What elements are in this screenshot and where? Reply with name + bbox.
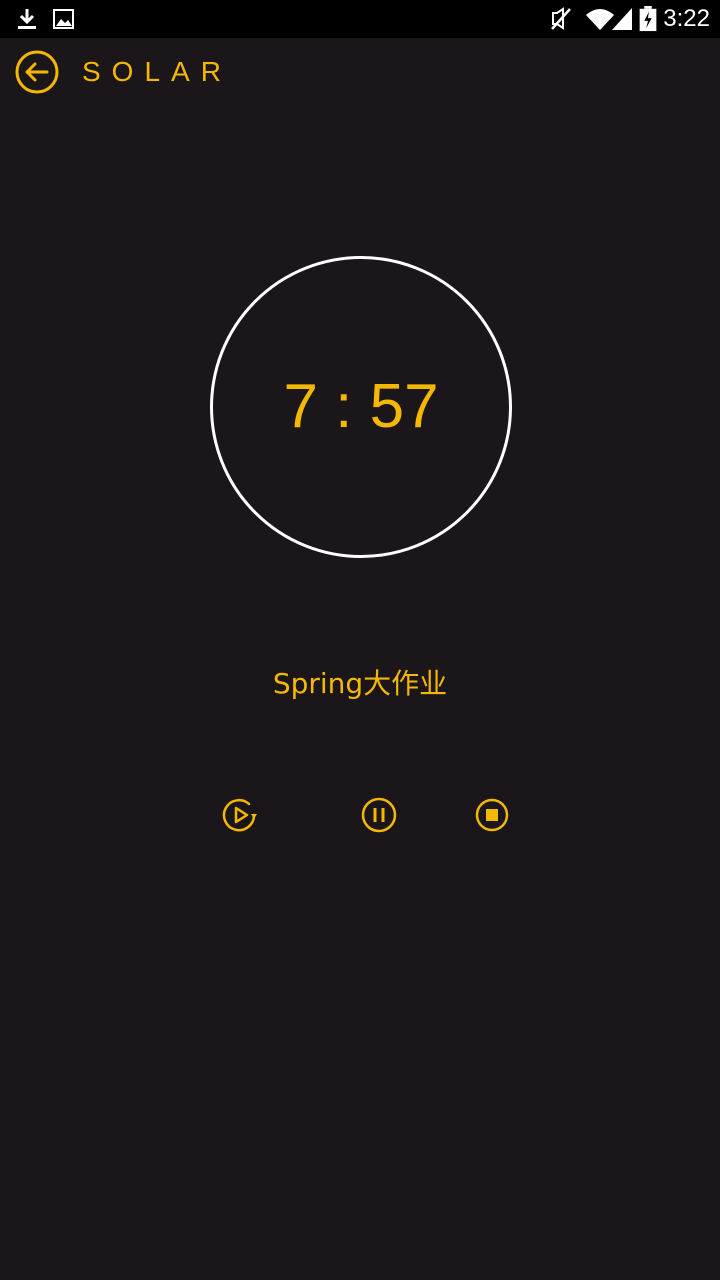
download-icon	[18, 9, 36, 29]
signal-icon	[612, 8, 632, 30]
arrow-left-circle-icon	[15, 50, 59, 94]
pause-button[interactable]	[359, 795, 399, 835]
status-bar: 3:22	[0, 0, 720, 38]
restart-button[interactable]	[221, 795, 261, 835]
image-icon	[53, 9, 74, 29]
stop-circle-icon	[475, 798, 509, 832]
mute-icon	[551, 7, 571, 30]
page-title: SOLAR	[82, 56, 232, 87]
timer-display: 7 : 57	[283, 372, 439, 441]
play-restart-icon	[222, 799, 257, 832]
task-name: Spring大作业	[272, 667, 448, 700]
status-time: 3:22	[663, 5, 710, 32]
timer-ring: 7 : 57	[210, 256, 512, 558]
back-button[interactable]	[14, 49, 60, 95]
pause-circle-icon	[361, 797, 397, 833]
app-bar: SOLAR	[0, 38, 720, 108]
stop-button[interactable]	[472, 795, 512, 835]
battery-charging-icon	[639, 6, 657, 32]
